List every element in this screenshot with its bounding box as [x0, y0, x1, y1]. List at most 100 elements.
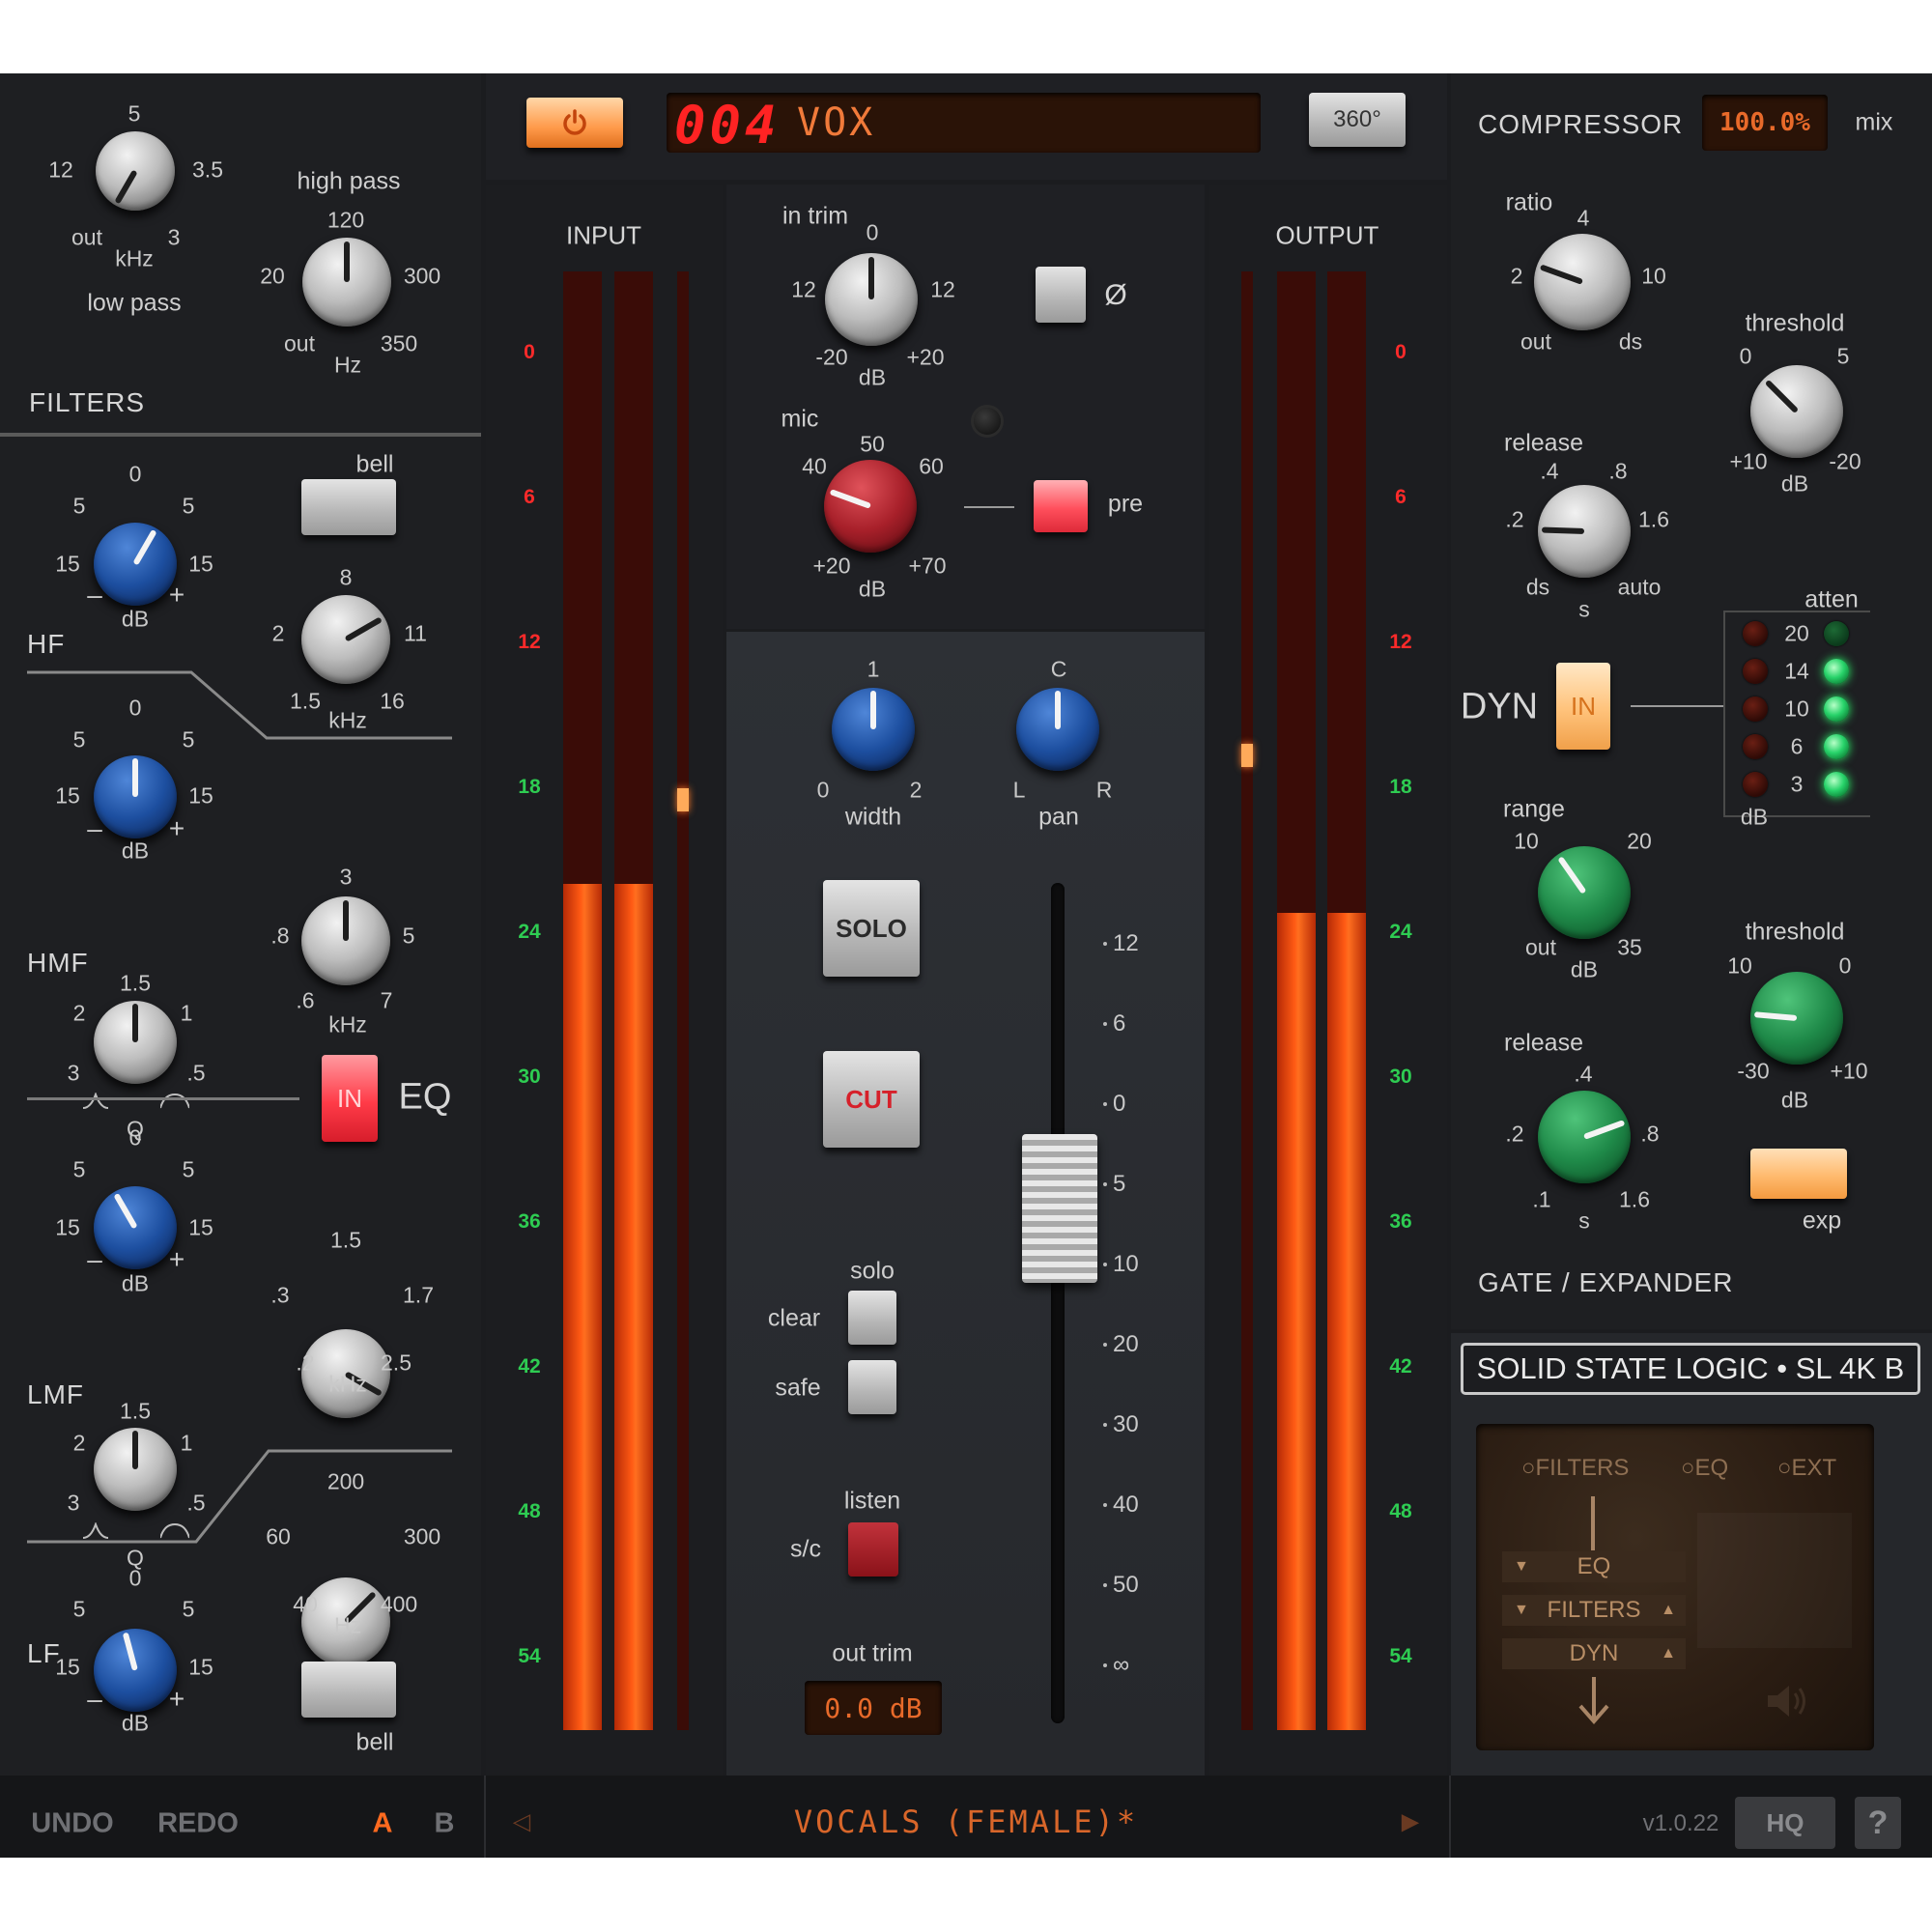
- gate-range-knob[interactable]: [1538, 846, 1631, 939]
- lmf-gain-knob[interactable]: [94, 1186, 177, 1269]
- hf-bell-button[interactable]: [301, 479, 396, 535]
- atten-red-led: [1743, 659, 1768, 684]
- phase-icon: Ø: [1104, 279, 1127, 311]
- input-meter-right: [614, 271, 653, 1730]
- gate-release-knob[interactable]: [1538, 1091, 1631, 1183]
- width-knob[interactable]: [832, 688, 915, 771]
- sidechain-listen-label: s/c: [790, 1535, 821, 1563]
- tick-label: 5: [72, 493, 86, 519]
- solo-safe-button[interactable]: [848, 1360, 896, 1414]
- footer-preset-name[interactable]: VOCALS (FEMALE)*: [794, 1804, 1138, 1840]
- routing-option-ext[interactable]: ○EXT: [1777, 1455, 1836, 1482]
- tick-label: .1: [1532, 1186, 1551, 1212]
- phase-invert-button[interactable]: [1036, 267, 1086, 323]
- next-preset-icon[interactable]: ▶: [1402, 1808, 1419, 1836]
- tick-label: +: [168, 580, 185, 610]
- comp-threshold-knob[interactable]: [1750, 365, 1843, 458]
- lf-gain-knob[interactable]: [94, 1629, 177, 1712]
- tick-label: 10: [1514, 828, 1539, 854]
- power-button[interactable]: [526, 98, 623, 148]
- tick-label: –: [87, 1244, 102, 1274]
- tick-label: 5: [1836, 343, 1850, 369]
- preset-display[interactable]: 004 VOX: [667, 93, 1261, 156]
- fader-tick-dot: [1103, 1423, 1107, 1427]
- hf-bell-label: bell: [355, 450, 394, 478]
- expander-button[interactable]: [1750, 1149, 1847, 1199]
- redo-button[interactable]: REDO: [157, 1808, 239, 1840]
- hmf-q-knob[interactable]: [94, 1001, 177, 1084]
- cut-button[interactable]: CUT: [823, 1051, 920, 1148]
- hmf-gain-knob[interactable]: [94, 755, 177, 838]
- low-pass-knob[interactable]: [96, 131, 175, 211]
- tick-label: +10: [1830, 1058, 1868, 1084]
- meter-scale-label: 0: [1395, 341, 1406, 363]
- prev-preset-icon[interactable]: ◁: [513, 1808, 530, 1836]
- pan-knob[interactable]: [1016, 688, 1099, 771]
- solo-clear-button[interactable]: [848, 1291, 896, 1345]
- fader-scale-label: 6: [1113, 1010, 1126, 1037]
- gate-threshold-knob[interactable]: [1750, 972, 1843, 1065]
- fader-scale-label: 0: [1113, 1091, 1126, 1117]
- help-button[interactable]: ?: [1855, 1797, 1901, 1849]
- preset-name: VOX: [797, 100, 876, 145]
- tick-label: 7: [380, 987, 393, 1013]
- in-trim-knob[interactable]: [825, 253, 918, 346]
- tick-label: 15: [188, 551, 213, 577]
- routing-option-filters[interactable]: ○FILTERS: [1521, 1455, 1629, 1482]
- tick-label: 5: [402, 923, 415, 949]
- input-meter-left: [563, 271, 602, 1730]
- fader-tick-dot: [1103, 1663, 1107, 1667]
- routing-chain-filters[interactable]: ▼ FILTERS ▲: [1502, 1595, 1686, 1626]
- tick-label: -20: [815, 344, 848, 370]
- fader-cap[interactable]: [1022, 1134, 1097, 1283]
- unit-label: dB: [121, 838, 150, 864]
- tick-label: 20: [1627, 828, 1652, 854]
- tick-label: .2: [296, 1350, 315, 1376]
- hf-gain-knob[interactable]: [94, 523, 177, 606]
- hq-button[interactable]: HQ: [1735, 1797, 1835, 1849]
- undo-button[interactable]: UNDO: [31, 1808, 113, 1840]
- meter-scale-label: 6: [1395, 486, 1406, 508]
- atten-red-led: [1743, 696, 1768, 722]
- input-meter-left-fill: [563, 884, 602, 1730]
- tick-label: C: [1050, 656, 1067, 682]
- lf-bell-button[interactable]: [301, 1662, 396, 1718]
- tick-label: 1: [180, 1000, 193, 1026]
- output-meter-label: OUTPUT: [1275, 220, 1379, 250]
- ab-b-button[interactable]: B: [435, 1808, 455, 1840]
- mic-gain-knob[interactable]: [824, 460, 917, 553]
- mix-display[interactable]: 100.0%: [1702, 95, 1828, 151]
- high-pass-knob[interactable]: [302, 238, 391, 327]
- tick-label: 5: [182, 726, 195, 753]
- eq-in-button[interactable]: IN: [322, 1055, 378, 1142]
- solo-button[interactable]: SOLO: [823, 880, 920, 977]
- pre-button[interactable]: [1034, 480, 1088, 532]
- tick-label: .4: [1574, 1061, 1593, 1087]
- fader-tick-dot: [1103, 1022, 1107, 1026]
- dyn-in-button[interactable]: IN: [1556, 663, 1610, 750]
- fader-tick-dot: [1103, 1583, 1107, 1587]
- out-trim-display[interactable]: 0.0 dB: [805, 1681, 942, 1735]
- routing-chain-dyn[interactable]: DYN ▲: [1502, 1638, 1686, 1669]
- tick-label: 50: [860, 431, 885, 457]
- tick-label: +10: [1729, 448, 1768, 474]
- routing-option-eq[interactable]: ○EQ: [1681, 1455, 1728, 1482]
- tick-label: 12: [48, 156, 73, 183]
- meter-scale-label: 18: [1389, 776, 1412, 798]
- tick-label: 300: [403, 263, 441, 289]
- sidechain-listen-button[interactable]: [848, 1522, 898, 1577]
- ab-a-button[interactable]: A: [373, 1808, 393, 1840]
- tick-label: R: [1095, 777, 1113, 803]
- mic-label: mic: [781, 405, 819, 433]
- tick-label: 1.5: [330, 1227, 361, 1253]
- ratio-knob[interactable]: [1534, 234, 1631, 330]
- tick-label: 1.6: [1638, 506, 1669, 532]
- comp-release-knob[interactable]: [1538, 485, 1631, 578]
- tick-label: 3: [339, 864, 353, 890]
- tick-label: out: [1520, 328, 1551, 355]
- routing-chain-eq[interactable]: ▼ EQ: [1502, 1551, 1686, 1582]
- tick-label: 0: [866, 219, 879, 245]
- hmf-freq-knob[interactable]: [301, 896, 390, 985]
- tick-label: –: [87, 1684, 102, 1714]
- view-360-button[interactable]: 360°: [1309, 93, 1406, 147]
